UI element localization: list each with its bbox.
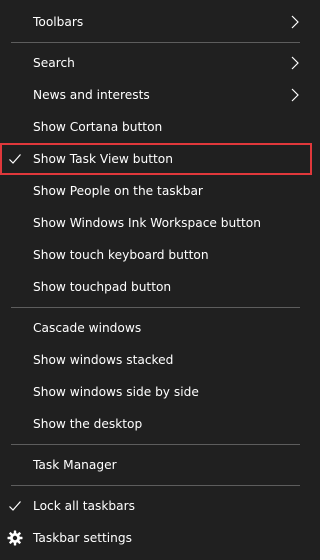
menu-item-toolbars[interactable]: Toolbars: [0, 6, 312, 38]
menu-item-search[interactable]: Search: [0, 47, 312, 79]
menu-item-label: Show Cortana button: [33, 120, 163, 134]
chevron-right-icon: [291, 15, 299, 29]
menu-item-label: Show windows side by side: [33, 385, 199, 399]
menu-item-label: Lock all taskbars: [33, 499, 135, 513]
menu-separator: [11, 444, 300, 445]
menu-item-label: Task Manager: [33, 458, 117, 472]
menu-separator: [11, 307, 300, 308]
menu-item-show-task-view-button[interactable]: Show Task View button: [0, 143, 312, 175]
menu-item-show-windows-stacked[interactable]: Show windows stacked: [0, 344, 312, 376]
menu-item-show-the-desktop[interactable]: Show the desktop: [0, 408, 312, 440]
menu-item-show-people-on-the-taskbar[interactable]: Show People on the taskbar: [0, 175, 312, 207]
menu-item-show-touch-keyboard-button[interactable]: Show touch keyboard button: [0, 239, 312, 271]
chevron-right-icon: [291, 88, 299, 102]
menu-item-taskbar-settings[interactable]: Taskbar settings: [0, 522, 312, 554]
menu-separator: [11, 42, 300, 43]
menu-item-label: Toolbars: [33, 15, 84, 29]
taskbar-context-menu: Toolbars Search News and interests Show …: [0, 0, 312, 560]
menu-item-lock-all-taskbars[interactable]: Lock all taskbars: [0, 490, 312, 522]
checkmark-icon: [9, 501, 21, 511]
menu-separator: [11, 485, 300, 486]
menu-item-label: Show People on the taskbar: [33, 184, 203, 198]
menu-item-show-cortana-button[interactable]: Show Cortana button: [0, 111, 312, 143]
menu-item-label: Show Task View button: [33, 152, 173, 166]
menu-item-label: Cascade windows: [33, 321, 142, 335]
menu-item-label: Show windows stacked: [33, 353, 174, 367]
gear-icon: [7, 530, 23, 546]
checkmark-icon: [9, 154, 21, 164]
menu-item-label: Taskbar settings: [33, 531, 132, 545]
menu-item-news-and-interests[interactable]: News and interests: [0, 79, 312, 111]
menu-item-task-manager[interactable]: Task Manager: [0, 449, 312, 481]
menu-item-cascade-windows[interactable]: Cascade windows: [0, 312, 312, 344]
menu-item-label: News and interests: [33, 88, 150, 102]
menu-item-label: Show the desktop: [33, 417, 143, 431]
menu-item-label: Show touchpad button: [33, 280, 172, 294]
menu-item-label: Show Windows Ink Workspace button: [33, 216, 261, 230]
menu-item-label: Search: [33, 56, 75, 70]
menu-item-label: Show touch keyboard button: [33, 248, 209, 262]
chevron-right-icon: [291, 56, 299, 70]
menu-item-show-touchpad-button[interactable]: Show touchpad button: [0, 271, 312, 303]
menu-item-show-windows-ink-workspace-button[interactable]: Show Windows Ink Workspace button: [0, 207, 312, 239]
menu-item-show-windows-side-by-side[interactable]: Show windows side by side: [0, 376, 312, 408]
